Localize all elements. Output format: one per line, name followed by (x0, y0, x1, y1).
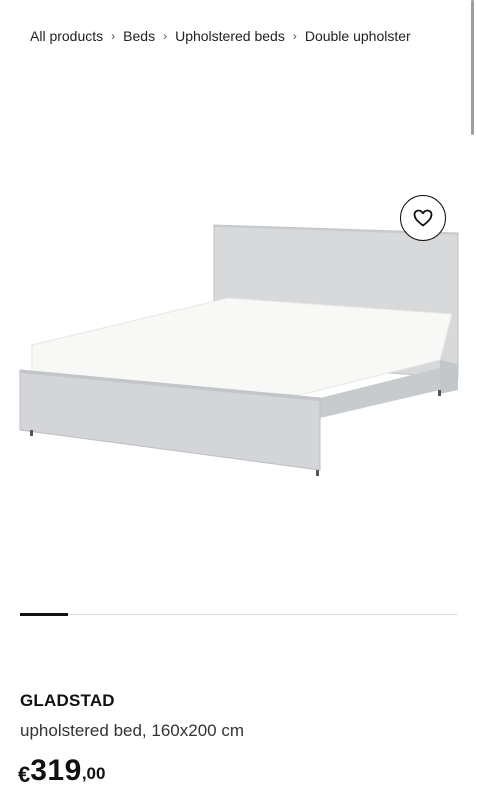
price-currency: € (18, 762, 31, 787)
price-decimals: ,00 (81, 764, 106, 783)
breadcrumb-separator: › (292, 29, 297, 43)
breadcrumb-separator: › (111, 29, 116, 43)
image-carousel-progress-fill (20, 613, 68, 616)
breadcrumb-beds[interactable]: Beds (123, 28, 155, 44)
bed-image (19, 224, 459, 476)
favourite-button[interactable] (400, 195, 446, 241)
breadcrumb-separator: › (163, 29, 168, 43)
product-name[interactable]: GLADSTAD (20, 690, 115, 712)
product-price: €319,00 (18, 754, 105, 793)
breadcrumb: All products › Beds › Upholstered beds › Doubl… (30, 26, 460, 46)
breadcrumb-all-products[interactable]: All products (30, 28, 103, 44)
product-description: upholstered bed, 160x200 cm (20, 721, 244, 740)
product-image-gallery[interactable] (0, 60, 477, 580)
breadcrumb-double-upholstered[interactable]: Double upholster (305, 28, 411, 44)
price-integer: 319 (30, 754, 82, 787)
heart-icon (413, 209, 433, 227)
image-carousel-progress (20, 613, 457, 616)
breadcrumb-upholstered-beds[interactable]: Upholstered beds (175, 28, 285, 44)
product-page: All products › Beds › Upholstered beds › Doubl… (0, 0, 477, 800)
